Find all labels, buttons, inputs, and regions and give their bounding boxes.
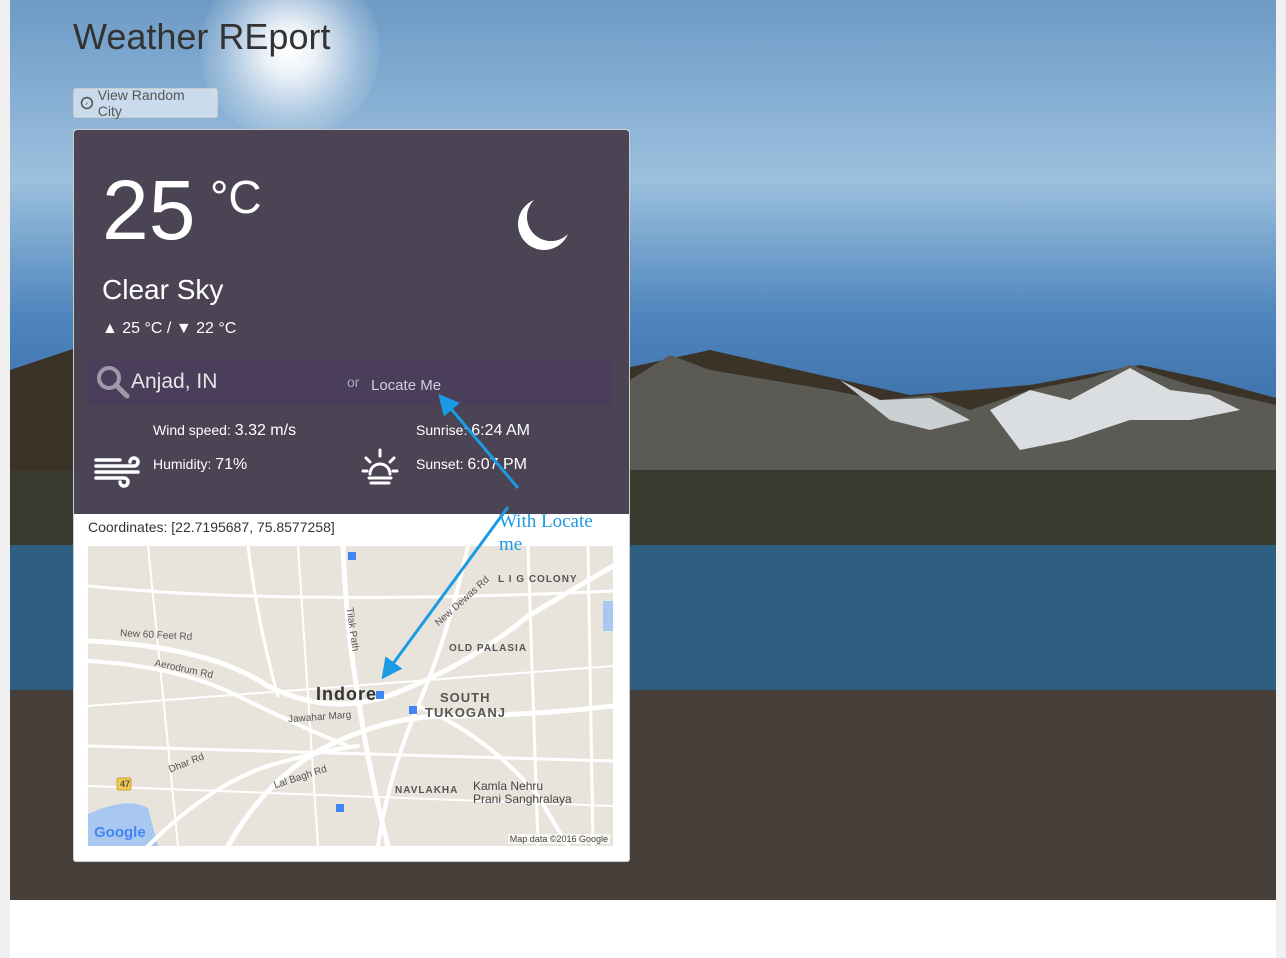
right-scrollbar[interactable]: [1276, 0, 1286, 958]
view-random-city-label: View Random City: [97, 87, 185, 119]
weather-summary-panel: 25 °C Clear Sky ▲ 25 °C / ▼ 22 °C or Loc…: [74, 130, 629, 514]
temperature-value: 25: [102, 163, 196, 257]
compass-icon: [80, 96, 94, 110]
map-label-navlakha: NAVLAKHA: [395, 785, 459, 796]
coordinates-text: Coordinates: [22.7195687, 75.8577258]: [88, 519, 335, 535]
google-logo: Google: [94, 824, 146, 841]
wind-speed-value: 3.32 m/s: [234, 422, 297, 439]
sunset: Sunset: 6:07 PM: [416, 456, 527, 474]
humidity: Humidity: 71%: [153, 456, 247, 474]
humidity-label: Humidity:: [153, 456, 212, 472]
sunrise-value: 6:24 AM: [471, 422, 530, 439]
map-label-south: SOUTH: [440, 690, 491, 705]
moon-icon: [518, 200, 568, 250]
map-label-tukoganj: TUKOGANJ: [425, 705, 506, 720]
map[interactable]: L I G COLONY New Dewas Rd Tilak Path New…: [88, 546, 613, 846]
sunset-value: 6:07 PM: [467, 456, 527, 473]
map-label-lig-colony: L I G COLONY: [498, 574, 578, 585]
weather-card: 25 °C Clear Sky ▲ 25 °C / ▼ 22 °C or Loc…: [73, 129, 630, 862]
min-max-temperature: ▲ 25 °C / ▼ 22 °C: [102, 320, 237, 337]
map-label-prani-sanghralaya: Prani Sanghralaya: [473, 792, 572, 806]
city-search-input[interactable]: [131, 367, 321, 397]
sunrise-icon: [361, 448, 399, 485]
humidity-value: 71%: [215, 456, 248, 473]
sunrise: Sunrise: 6:24 AM: [416, 422, 530, 440]
weather-condition: Clear Sky: [102, 274, 224, 305]
map-label-indore: Indore: [316, 684, 378, 704]
map-label-kamla-nehru: Kamla Nehru: [473, 779, 544, 793]
search-icon: [97, 366, 130, 399]
sunset-label: Sunset:: [416, 456, 464, 472]
highway-shield-47: 47: [120, 779, 131, 789]
view-random-city-button[interactable]: View Random City: [73, 87, 218, 119]
city-search-bar: or Locate Me: [88, 359, 613, 406]
map-attribution[interactable]: Map data ©2016 Google: [507, 834, 610, 844]
sunrise-label: Sunrise:: [416, 422, 468, 438]
annotation-text: With Locate me: [499, 511, 593, 555]
map-label-old-palasia: OLD PALASIA: [449, 643, 528, 654]
or-separator: or: [347, 374, 360, 390]
temperature-unit: °C: [210, 171, 262, 223]
left-scrollbar: [0, 0, 10, 958]
locate-me-link[interactable]: Locate Me: [371, 377, 441, 394]
wind-icon: [94, 456, 140, 488]
wind-speed: Wind speed: 3.32 m/s: [153, 422, 296, 440]
page-title: Weather REport: [73, 16, 331, 57]
wind-speed-label: Wind speed:: [153, 422, 231, 438]
